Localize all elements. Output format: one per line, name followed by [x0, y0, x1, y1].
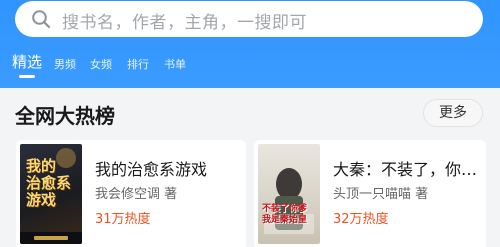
- cover-art: [264, 168, 314, 234]
- tab-featured[interactable]: 精选: [12, 51, 42, 73]
- section-title: 全网大热榜: [15, 104, 115, 128]
- category-tabs: 精选 男频 女频 排行 书单: [0, 51, 500, 81]
- header-bar: 搜书名，作者，主角，一搜即可 精选 男频 女频 排行 书单: [0, 0, 500, 88]
- tab-male[interactable]: 男频: [54, 54, 76, 76]
- hot-ranking-section: 全网大热榜 更多 我的 治愈系 游戏 我的治愈系游戏 我会修空调 著 31万热度 不…: [0, 88, 500, 247]
- tab-ranking[interactable]: 排行: [127, 54, 149, 76]
- cover-title-lettering: 我的 治愈系 游戏: [26, 157, 72, 209]
- more-button[interactable]: 更多: [423, 99, 483, 127]
- tab-booklist[interactable]: 书单: [164, 54, 186, 76]
- book-heat: 32万热度: [333, 212, 389, 227]
- book-title[interactable]: 我的治愈系游戏: [95, 156, 245, 180]
- search-icon: [32, 10, 51, 29]
- book-card[interactable]: 不装了你爹 我是秦始皇 大秦：不装了，你… 头顶一只喵喵 著 32万热度: [254, 140, 486, 247]
- book-cover[interactable]: 我的 治愈系 游戏: [20, 144, 82, 244]
- search-placeholder: 搜书名，作者，主角，一搜即可: [62, 13, 307, 33]
- book-heat: 31万热度: [95, 212, 151, 227]
- search-input[interactable]: 搜书名，作者，主角，一搜即可: [15, 1, 483, 37]
- book-card[interactable]: 我的 治愈系 游戏 我的治愈系游戏 我会修空调 著 31万热度: [16, 140, 246, 247]
- book-title[interactable]: 大秦：不装了，你…: [333, 156, 483, 180]
- tab-female[interactable]: 女频: [90, 54, 112, 76]
- active-tab-indicator: [19, 75, 35, 78]
- book-author: 头顶一只喵喵 著: [333, 187, 429, 202]
- cover-title-lettering: 不装了你爹 我是秦始皇: [262, 204, 308, 225]
- book-author: 我会修空调 著: [95, 187, 178, 202]
- book-cover[interactable]: 不装了你爹 我是秦始皇: [258, 144, 320, 244]
